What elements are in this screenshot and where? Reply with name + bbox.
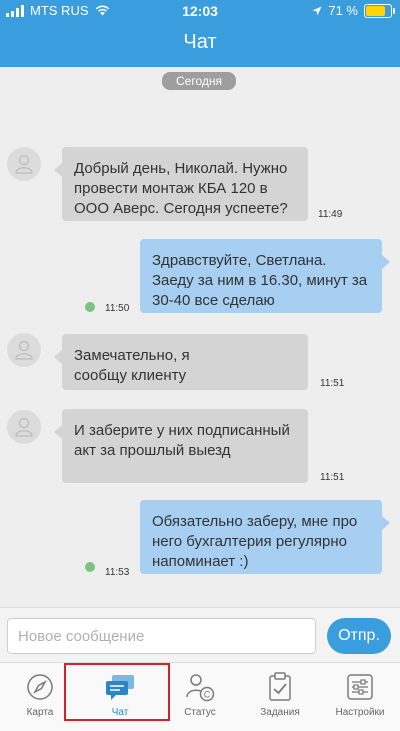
read-check-icon: [85, 562, 95, 572]
message-time: 11:50: [105, 303, 130, 314]
message-incoming: И заберите у них подписанный акт за прош…: [54, 409, 308, 483]
message-time: 11:53: [105, 567, 130, 578]
avatar: [7, 333, 41, 367]
message-input[interactable]: [7, 618, 316, 654]
message-time: 11:51: [320, 472, 345, 483]
avatar: [7, 410, 41, 444]
message-text: И заберите у них подписанный акт за прош…: [74, 422, 290, 459]
user-icon: [15, 154, 33, 174]
tasks-icon: [269, 672, 291, 701]
message-text: Обязательно заберу, мне про него бухгалт…: [152, 513, 358, 570]
tab-tasks[interactable]: Задания: [240, 663, 320, 731]
tab-label: Статус: [184, 707, 216, 718]
date-separator: Сегодня: [162, 72, 236, 90]
message-time: 11:49: [318, 209, 343, 220]
tab-status[interactable]: C Статус: [160, 663, 240, 731]
read-check-icon: [85, 302, 95, 312]
tab-label: Карта: [26, 707, 54, 718]
battery-icon: [364, 3, 395, 18]
tab-chat[interactable]: Чат: [80, 663, 160, 731]
tab-map[interactable]: Карта: [0, 663, 80, 731]
message-outgoing: Обязательно заберу, мне про него бухгалт…: [140, 500, 390, 574]
tab-label: Чат: [111, 707, 129, 718]
user-icon: [15, 417, 33, 437]
chat-icon: [106, 675, 134, 700]
status-icon: C: [186, 674, 215, 702]
message-composer: Отпр.: [0, 607, 400, 663]
tab-label: Настройки: [335, 707, 385, 718]
settings-icon: [347, 674, 373, 700]
tab-label: Задания: [260, 707, 300, 718]
tab-bar: Карта Чат C Статус Задания Настройки: [0, 662, 400, 731]
message-text: Замечательно, я сообщу клиенту: [74, 347, 190, 384]
message-outgoing: Здравствуйте, Светлана. Заеду за ним в 1…: [140, 239, 390, 313]
avatar: [7, 147, 41, 181]
message-time: 11:51: [320, 378, 345, 389]
page-title: Чат: [183, 31, 217, 53]
status-bar: MTS RUS 12:03 71 %: [0, 0, 400, 22]
compass-icon: [27, 674, 53, 700]
message-incoming: Замечательно, я сообщу клиенту: [54, 334, 308, 390]
user-icon: [15, 340, 33, 360]
message-incoming: Добрый день, Николай. Нужно провести мон…: [54, 147, 308, 221]
message-text: Добрый день, Николай. Нужно провести мон…: [74, 160, 288, 217]
svg-text:C: C: [204, 690, 211, 700]
tab-settings[interactable]: Настройки: [320, 663, 400, 731]
app-header: MTS RUS 12:03 71 % Чат: [0, 0, 400, 67]
chat-area[interactable]: Сегодня Добрый день, Николай. Нужно пров…: [0, 67, 400, 607]
message-text: Здравствуйте, Светлана. Заеду за ним в 1…: [152, 252, 368, 309]
battery-label: 71 %: [328, 3, 358, 18]
send-button[interactable]: Отпр.: [327, 618, 391, 654]
location-arrow-icon: [312, 6, 322, 15]
